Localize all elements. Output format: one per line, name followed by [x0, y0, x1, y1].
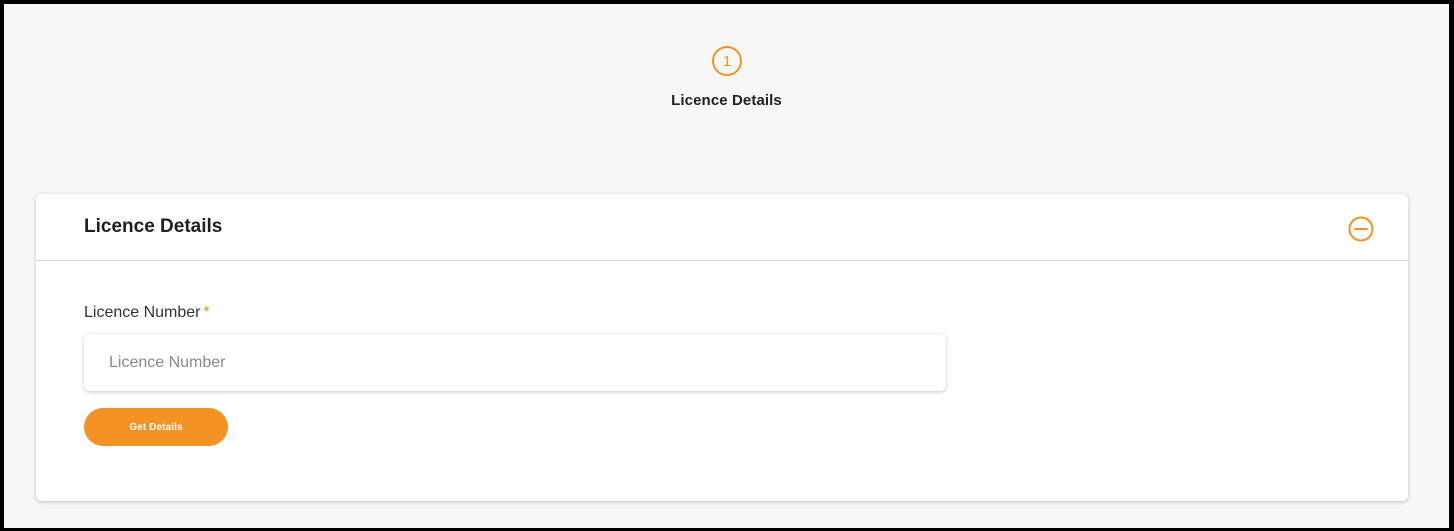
licence-number-field-wrapper [84, 334, 946, 391]
card-title: Licence Details [84, 216, 223, 237]
licence-details-card: Licence Details Licence Number* Get Deta… [36, 194, 1408, 501]
licence-number-input[interactable] [84, 334, 946, 391]
licence-number-label: Licence Number * [84, 304, 210, 322]
required-marker: * [203, 304, 210, 321]
step-number: 1 [722, 52, 732, 70]
minus-circle-icon [1348, 216, 1374, 242]
step-label[interactable]: Licence Details [671, 92, 782, 109]
card-header: Licence Details [36, 194, 1408, 261]
stepper: 1 Licence Details [4, 46, 1449, 109]
app-frame: 1 Licence Details Licence Details Licenc… [0, 0, 1454, 531]
get-details-button[interactable]: Get Details [84, 408, 228, 446]
step-number-badge[interactable]: 1 [712, 46, 742, 76]
licence-number-label-text: Licence Number [84, 304, 201, 321]
collapse-button[interactable] [1348, 216, 1374, 242]
